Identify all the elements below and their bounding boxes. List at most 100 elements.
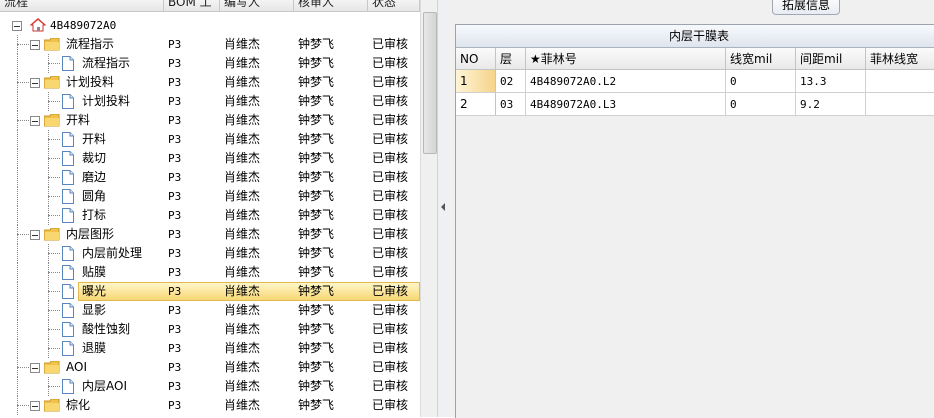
tree-scrollbar[interactable] [420,0,438,417]
tree-item-label: 裁切 [82,151,107,165]
film-width-cell[interactable] [866,93,934,116]
tree-row[interactable]: AOI P3 肖维杰 钟梦飞 已审核 [0,358,420,377]
status-cell: 已审核 [372,94,409,108]
tree-item-label: 流程指示 [66,37,115,51]
editor-cell: 肖维杰 [224,398,261,412]
col-header-film-width[interactable]: 菲林线宽 [866,48,934,70]
film-number-cell[interactable]: 4B489072A0.L3 [526,93,726,116]
tree-row[interactable]: 贴膜 P3 肖维杰 钟梦飞 已审核 [0,263,420,282]
status-cell: 已审核 [372,265,409,279]
col-header-no[interactable]: NO [456,48,496,70]
folder-icon [44,228,60,241]
col-header-status[interactable]: 状态 [368,0,420,11]
tree-connector [48,63,60,64]
tree-connector [17,244,18,263]
document-icon [62,151,74,166]
line-width-cell[interactable]: 0 [726,70,796,93]
tree-connector [17,396,18,415]
tree-row[interactable]: 退膜 P3 肖维杰 钟梦飞 已审核 [0,339,420,358]
line-width-cell[interactable]: 0 [726,93,796,116]
col-header-editor[interactable]: 编写人 [220,0,294,11]
collapse-icon[interactable] [12,21,22,31]
row-number-cell[interactable]: 1 [456,70,496,93]
collapse-icon[interactable] [30,230,40,240]
tree-row[interactable]: 磨边 P3 肖维杰 钟梦飞 已审核 [0,168,420,187]
scrollbar-thumb[interactable] [423,12,437,154]
tree-connector [48,301,49,320]
tree-row[interactable]: 裁切 P3 肖维杰 钟梦飞 已审核 [0,149,420,168]
bom-cell: P3 [168,399,182,412]
tree-row[interactable]: 开料 P3 肖维杰 钟梦飞 已审核 [0,111,420,130]
tree-item-label: 棕化 [66,398,91,412]
document-icon [62,170,74,185]
collapse-icon[interactable] [30,116,40,126]
tree-item-label: 酸性蚀刻 [82,322,131,336]
reviewer-cell: 钟梦飞 [298,56,335,70]
bom-cell: P3 [168,323,182,336]
collapse-icon[interactable] [30,363,40,373]
col-header-spacing[interactable]: 间距mil [796,48,866,70]
status-cell: 已审核 [372,360,409,374]
document-icon [62,379,74,394]
collapse-icon[interactable] [30,78,40,88]
document-icon [62,322,74,337]
col-header-process[interactable]: 流程 [0,0,164,11]
layer-cell[interactable]: 03 [496,93,526,116]
collapse-icon[interactable] [30,401,40,411]
status-cell: 已审核 [372,303,409,317]
tree-row[interactable]: 开料 P3 肖维杰 钟梦飞 已审核 [0,130,420,149]
tree-connector [17,339,18,358]
collapse-left-arrow-icon[interactable] [441,203,445,211]
col-header-bom[interactable]: BOM 工 [164,0,220,11]
tree-connector [48,320,49,339]
tree-row[interactable]: 内层前处理 P3 肖维杰 钟梦飞 已审核 [0,244,420,263]
col-header-film-no[interactable]: ★菲林号 [526,48,726,70]
spacing-cell[interactable]: 9.2 [796,93,866,116]
status-cell: 已审核 [372,208,409,222]
bom-cell: P3 [168,57,182,70]
status-cell: 已审核 [372,170,409,184]
tree-connector [17,358,18,377]
tab-extension-info[interactable]: 拓展信息 [772,0,840,15]
tree-connector [17,282,18,301]
tree-connector [17,35,18,54]
tree-item-label: 曝光 [82,284,107,298]
tree-connector [17,120,29,121]
tree-item-label: AOI [66,360,87,374]
bom-cell: P3 [168,171,182,184]
col-header-layer[interactable]: 层 [496,48,526,70]
tree-row[interactable]: 酸性蚀刻 P3 肖维杰 钟梦飞 已审核 [0,320,420,339]
tree-row[interactable]: 计划投料 P3 肖维杰 钟梦飞 已审核 [0,73,420,92]
folder-icon [44,76,60,89]
film-width-cell[interactable] [866,70,934,93]
document-icon [62,341,74,356]
tree-row[interactable]: 圆角 P3 肖维杰 钟梦飞 已审核 [0,187,420,206]
editor-cell: 肖维杰 [224,379,261,393]
tree-row[interactable]: 计划投料 P3 肖维杰 钟梦飞 已审核 [0,92,420,111]
tree-connector [17,225,18,244]
bom-cell: P3 [168,152,182,165]
tree-item-label: 计划投料 [82,94,131,108]
editor-cell: 肖维杰 [224,170,261,184]
tree-row[interactable]: 打标 P3 肖维杰 钟梦飞 已审核 [0,206,420,225]
tree-row[interactable]: 内层图形 P3 肖维杰 钟梦飞 已审核 [0,225,420,244]
tree-row[interactable]: 曝光 P3 肖维杰 钟梦飞 已审核 [0,282,420,301]
col-header-line-width[interactable]: 线宽mil [726,48,796,70]
col-header-reviewer[interactable]: 核审人 [294,0,368,11]
spacing-cell[interactable]: 13.3 [796,70,866,93]
tree-row[interactable]: 流程指示 P3 肖维杰 钟梦飞 已审核 [0,35,420,54]
tree-row[interactable]: 显影 P3 肖维杰 钟梦飞 已审核 [0,301,420,320]
tree-row[interactable]: 内层AOI P3 肖维杰 钟梦飞 已审核 [0,377,420,396]
document-icon [62,246,74,261]
extension-info-panel: 拓展信息 内层干膜表 NO 层 ★菲林号 线宽mil 间距mil 菲林线宽 1 02 4B489… [448,0,934,418]
layer-cell[interactable]: 02 [496,70,526,93]
tree-row[interactable]: 流程指示 P3 肖维杰 钟梦飞 已审核 [0,54,420,73]
row-number-cell[interactable]: 2 [456,93,496,116]
tree-row[interactable]: 棕化 P3 肖维杰 钟梦飞 已审核 [0,396,420,415]
tree-connector [48,158,60,159]
tree-connector [48,215,60,216]
tree-root-row[interactable]: 4B489072A0 [0,16,420,35]
film-number-cell[interactable]: 4B489072A0.L2 [526,70,726,93]
status-cell: 已审核 [372,132,409,146]
collapse-icon[interactable] [30,40,40,50]
